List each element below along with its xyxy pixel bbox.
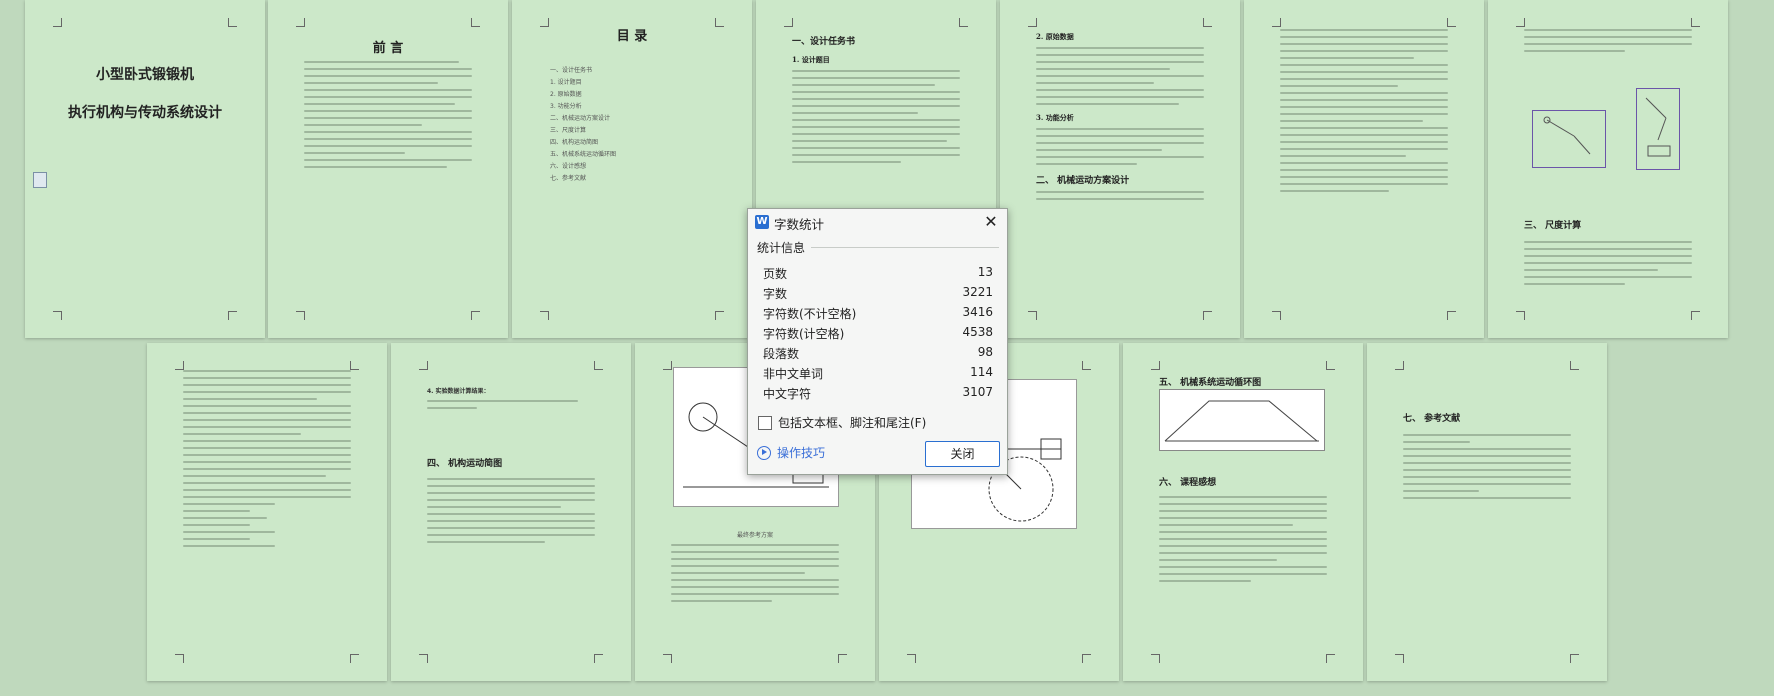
motion-cycle-chart [1159,389,1325,451]
page-12[interactable]: 五、 机械系统运动循环图 六、 课程感想 [1123,343,1363,681]
page-heading: 目 录 [616,29,648,44]
page-1[interactable]: 小型卧式锻锻机 执行机构与传动系统设计 [25,0,265,338]
toc-item[interactable]: 1. 设计题目 [550,77,616,86]
close-button[interactable]: 关闭 [925,441,1000,467]
toc-item[interactable]: 一、设计任务书 [550,65,616,74]
page-heading: 前 言 [372,41,404,56]
page-6[interactable] [1244,0,1484,338]
toc-item[interactable]: 四、机构运动简图 [550,137,616,146]
figure-caption: 最终参考方案 [736,532,773,539]
section-heading: 1. 设计题目 [792,55,830,64]
stat-row-chars-with-spaces: 字符数(计空格) 4538 [763,325,993,341]
data-item: 4. 实验数据计算结果： [427,388,490,395]
section-heading: 七、 参考文献 [1403,414,1461,424]
wps-logo-icon: W [755,215,769,229]
stat-row-paragraphs: 段落数 98 [763,345,993,361]
section-heading: 五、 机械系统运动循环图 [1159,378,1262,388]
section-heading: 二、 机械运动方案设计 [1036,176,1130,186]
section-heading: 一、设计任务书 [792,37,856,47]
page-8[interactable] [147,343,387,681]
page-5[interactable]: 2. 原始数据 3. 功能分析 二、 机械运动方案设计 [1000,0,1240,338]
mechanism-figure-left [1532,110,1606,168]
stat-row-non-chinese-words: 非中文单词 114 [763,365,993,381]
include-textbox-checkbox[interactable]: 包括文本框、脚注和尾注(F) [758,414,926,431]
play-circle-icon [757,445,771,460]
section-heading: 3. 功能分析 [1036,113,1074,122]
toc-item[interactable]: 3. 功能分析 [550,101,616,110]
stat-row-words: 字数 3221 [763,285,993,301]
checkbox-label: 包括文本框、脚注和尾注(F) [778,416,927,430]
stat-row-pages: 页数 13 [763,265,993,281]
cover-title-1: 小型卧式锻锻机 [96,67,194,83]
toc-item[interactable]: 六、设计感想 [550,161,616,170]
stat-row-chinese-chars: 中文字符 3107 [763,385,993,401]
toc-item[interactable]: 2. 原始数据 [550,89,616,98]
word-count-dialog[interactable]: W 字数统计 ✕ 统计信息 页数 13 字数 3221 字符数(不计空格) 3416 … [747,208,1008,475]
cover-title-2: 执行机构与传动系统设计 [68,105,222,121]
toc-item[interactable]: 五、机械系统运动循环图 [550,149,616,158]
stat-row-chars-no-spaces: 字符数(不计空格) 3416 [763,305,993,321]
stats-section-header: 统计信息 [757,239,999,256]
page-9[interactable]: 4. 实验数据计算结果： 四、 机构运动简图 [391,343,631,681]
dialog-titlebar[interactable]: W 字数统计 ✕ [748,209,1007,235]
page-3[interactable]: 目 录 一、设计任务书 1. 设计题目 2. 原始数据 3. 功能分析 二、机械… [512,0,752,338]
close-icon[interactable]: ✕ [981,212,1001,232]
toc-item[interactable]: 三、尺度计算 [550,125,616,134]
dialog-title: 字数统计 [774,217,825,232]
section-heading: 四、 机构运动简图 [427,459,503,469]
toc-item[interactable]: 二、机械运动方案设计 [550,113,616,122]
mechanism-figure-right [1636,88,1680,170]
toc-item[interactable]: 七、参考文献 [550,173,616,182]
tips-label: 操作技巧 [777,446,826,460]
tips-link[interactable]: 操作技巧 [757,444,825,461]
checkbox-box[interactable] [758,415,772,430]
section-heading: 六、 课程感想 [1159,478,1217,488]
doc-icon[interactable] [33,172,47,188]
section-label: 统计信息 [757,241,806,255]
page-13[interactable]: 七、 参考文献 [1367,343,1607,681]
section-heading: 2. 原始数据 [1036,32,1074,41]
page-2[interactable]: 前 言 [268,0,508,338]
page-7[interactable]: 三、 尺度计算 [1488,0,1728,338]
section-heading: 三、 尺度计算 [1524,221,1582,231]
